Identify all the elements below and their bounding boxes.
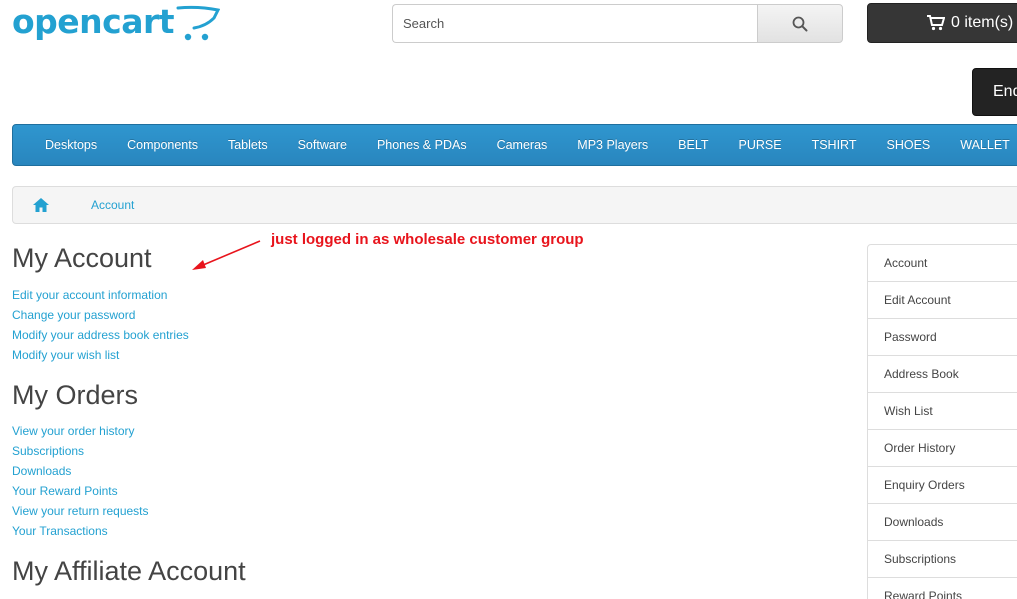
menu-item-mp3-players[interactable]: MP3 Players: [562, 124, 663, 166]
breadcrumb-item-account[interactable]: Account: [69, 187, 174, 223]
my-orders-link[interactable]: View your order history: [12, 424, 135, 438]
search-bar: [392, 4, 843, 43]
menu-item-shoes[interactable]: SHOES: [872, 124, 946, 166]
menu-item-components[interactable]: Components: [112, 124, 213, 166]
logo[interactable]: opencart: [12, 0, 221, 48]
menu-item-desktops[interactable]: Desktops: [30, 124, 112, 166]
account-column-item-address-book[interactable]: Address Book: [868, 356, 1017, 393]
account-column-item-downloads[interactable]: Downloads: [868, 504, 1017, 541]
home-icon: [33, 198, 49, 212]
cart-total: 0 item(s): [951, 14, 1014, 31]
list-item: View your order history: [12, 421, 149, 441]
account-column-item-enquiry-orders[interactable]: Enquiry Orders: [868, 467, 1017, 504]
menu-item-software[interactable]: Software: [283, 124, 362, 166]
list-item: Subscriptions: [12, 441, 149, 461]
list-item: Your Transactions: [12, 521, 149, 541]
list-item: Downloads: [12, 461, 149, 481]
account-column-item-reward-points[interactable]: Reward Points: [868, 578, 1017, 599]
shopping-cart-icon: [927, 15, 945, 31]
menu-item-wallet[interactable]: WALLET: [945, 124, 1017, 166]
logo-text: opencart: [12, 2, 175, 41]
account-column-item-edit-account[interactable]: Edit Account: [868, 282, 1017, 319]
enquiry-button[interactable]: Enq: [972, 68, 1017, 116]
account-column-item-password[interactable]: Password: [868, 319, 1017, 356]
list-item: View your return requests: [12, 501, 149, 521]
breadcrumb: Account: [12, 186, 1017, 224]
my-account-title: My Account: [12, 243, 152, 273]
my-orders-links: View your order history Subscriptions Down…: [12, 421, 149, 541]
menu-item-phones-pdas[interactable]: Phones & PDAs: [362, 124, 482, 166]
annotation-arrow-icon: [192, 240, 261, 270]
my-account-link[interactable]: Change your password: [12, 308, 135, 322]
search-button[interactable]: [757, 4, 843, 43]
menu-item-purse[interactable]: PURSE: [724, 124, 797, 166]
annotation-text: just logged in as wholesale customer gro…: [271, 231, 584, 248]
page: opencart 0 item(s) Enq DesktopsComponent…: [0, 0, 1017, 599]
menu-item-belt[interactable]: BELT: [663, 124, 723, 166]
my-account-link[interactable]: Edit your account information: [12, 288, 167, 302]
list-item: Your Reward Points: [12, 481, 149, 501]
main-menu: Desktops Components Tablets Software Phones …: [12, 124, 1017, 166]
my-orders-link[interactable]: Your Transactions: [12, 524, 108, 538]
list-item: Modify your address book entries: [12, 325, 189, 345]
logo-cart-icon: [176, 5, 221, 41]
account-column-item-wish-list[interactable]: Wish List: [868, 393, 1017, 430]
account-column-item-order-history[interactable]: Order History: [868, 430, 1017, 467]
menu-item-tablets[interactable]: Tablets: [213, 124, 283, 166]
my-orders-link[interactable]: Your Reward Points: [12, 484, 118, 498]
breadcrumb-label: Account: [91, 198, 135, 212]
menu-item-tshirt[interactable]: TSHIRT: [797, 124, 872, 166]
search-icon: [792, 16, 808, 31]
cart-button[interactable]: 0 item(s): [867, 3, 1017, 43]
breadcrumb-home[interactable]: [13, 187, 69, 223]
menu-item-cameras[interactable]: Cameras: [482, 124, 563, 166]
list-item: Modify your wish list: [12, 345, 189, 365]
my-account-link[interactable]: Modify your wish list: [12, 348, 119, 362]
account-column-item-account[interactable]: Account: [868, 245, 1017, 282]
account-column-list: Account Edit Account Password Address Book W…: [867, 244, 1017, 599]
enquiry-label: Enq: [993, 83, 1017, 100]
my-orders-title: My Orders: [12, 380, 139, 410]
account-column-item-subscriptions[interactable]: Subscriptions: [868, 541, 1017, 578]
my-account-link[interactable]: Modify your address book entries: [12, 328, 189, 342]
my-orders-link[interactable]: Downloads: [12, 464, 71, 478]
list-item: Change your password: [12, 305, 189, 325]
my-orders-link[interactable]: View your return requests: [12, 504, 149, 518]
my-account-links: Edit your account information Change your…: [12, 285, 189, 365]
list-item: Edit your account information: [12, 285, 189, 305]
search-input[interactable]: [392, 4, 757, 43]
my-orders-link[interactable]: Subscriptions: [12, 444, 84, 458]
my-affiliate-title: My Affiliate Account: [12, 556, 246, 586]
